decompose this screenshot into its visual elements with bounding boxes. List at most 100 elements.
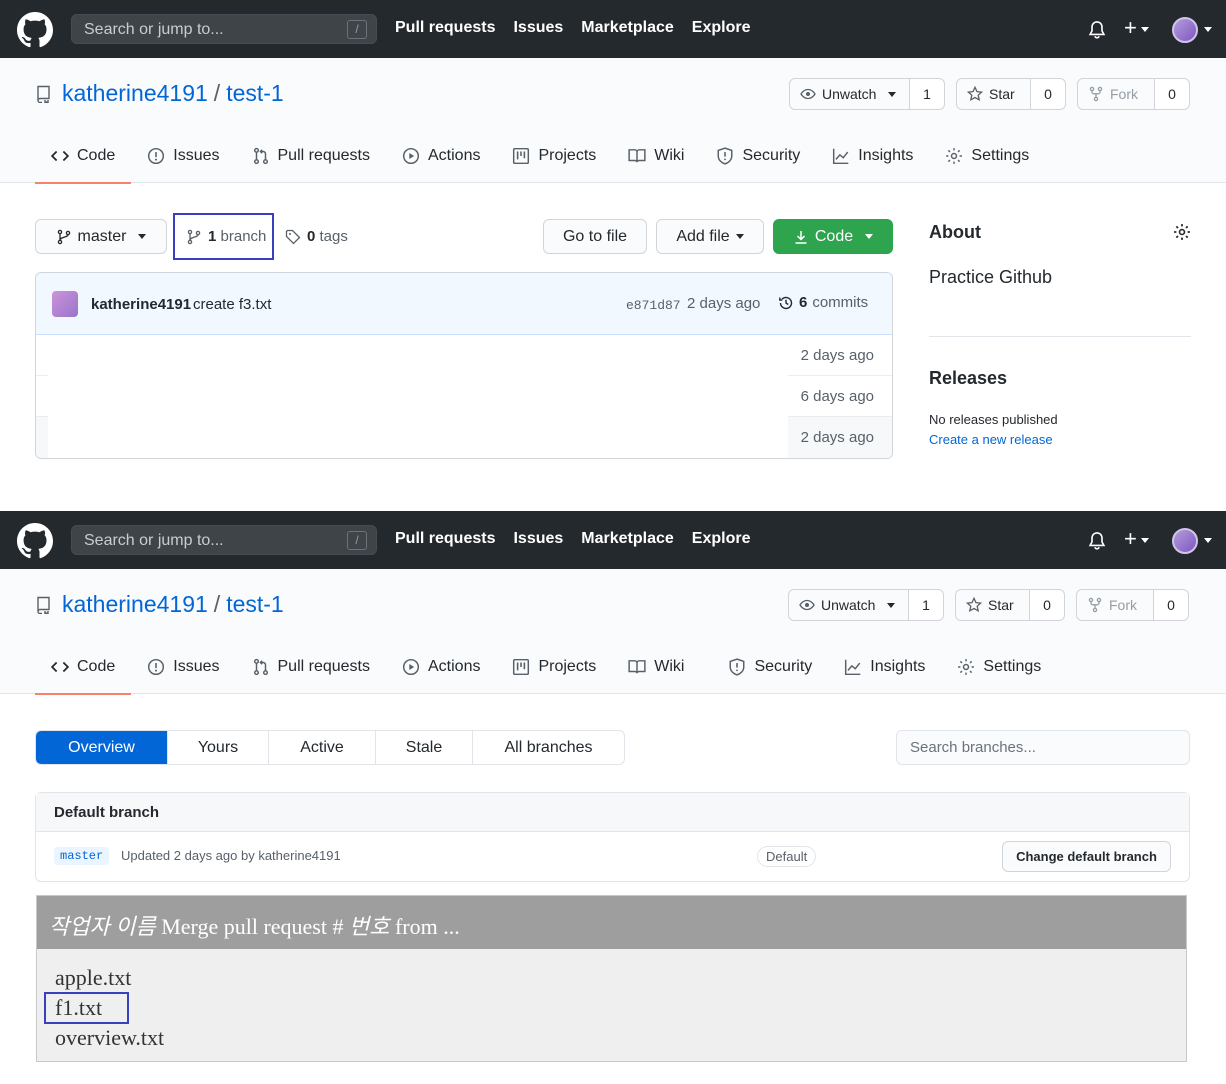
annotation-header: 작업자 이름 Merge pull request # 번호 from ... (37, 896, 1186, 949)
commit-sha[interactable]: e871d87 (626, 298, 681, 313)
tab-actions[interactable]: Actions (386, 136, 496, 183)
tab-pull-requests[interactable]: Pull requests (236, 136, 387, 183)
tab-insights[interactable]: Insights (816, 136, 929, 183)
global-search[interactable]: / (71, 525, 377, 555)
fork-button[interactable]: Fork (1077, 78, 1155, 110)
tab-code[interactable]: Code (35, 647, 132, 695)
bell-icon[interactable] (1087, 531, 1107, 551)
global-search[interactable]: / (71, 14, 377, 44)
tab-label: Pull requests (277, 658, 371, 675)
annotation-tail: from ... (389, 914, 460, 939)
releases-heading[interactable]: Releases (929, 368, 1007, 389)
annotation-merge-text: Merge pull request # (155, 914, 349, 939)
tab-pull-requests[interactable]: Pull requests (236, 647, 387, 694)
create-new-menu[interactable]: + (1124, 17, 1149, 39)
file-updated-time: 2 days ago (800, 429, 874, 446)
tab-insights[interactable]: Insights (828, 647, 941, 694)
star-button[interactable]: Star (956, 78, 1031, 110)
watch-button[interactable]: Unwatch (788, 589, 909, 621)
watch-control: Unwatch 1 (788, 589, 944, 621)
tab-projects[interactable]: Projects (496, 136, 612, 183)
repo-header: katherine4191/test-1 Unwatch 1 Star 0 Fo… (0, 58, 1226, 184)
commit-author[interactable]: katherine4191 (91, 296, 191, 313)
tab-label: Code (77, 147, 116, 164)
avatar[interactable] (1172, 528, 1198, 554)
tab-settings[interactable]: Settings (941, 647, 1057, 694)
nav-issues[interactable]: Issues (513, 530, 563, 548)
about-heading: About (929, 222, 981, 242)
bell-icon[interactable] (1087, 20, 1107, 40)
watch-button[interactable]: Unwatch (789, 78, 910, 110)
tab-settings[interactable]: Settings (929, 136, 1045, 183)
nav-pull-requests[interactable]: Pull requests (395, 19, 495, 37)
commits-link[interactable]: 6 commits (778, 294, 868, 311)
pull-request-icon (253, 658, 268, 676)
change-default-branch-button[interactable]: Change default branch (1002, 841, 1171, 872)
nav-explore[interactable]: Explore (692, 19, 751, 37)
fork-button[interactable]: Fork (1076, 589, 1154, 621)
code-icon (51, 150, 69, 162)
avatar[interactable] (52, 291, 78, 317)
branch-search-input[interactable] (910, 739, 1170, 756)
issue-icon (148, 147, 165, 165)
create-new-menu[interactable]: + (1124, 528, 1149, 550)
branch-search[interactable] (896, 730, 1190, 765)
fork-count[interactable]: 0 (1155, 78, 1190, 110)
subnav-overview[interactable]: Overview (36, 731, 168, 764)
go-to-file-button[interactable]: Go to file (543, 219, 647, 254)
tab-label: Security (754, 658, 813, 675)
tab-security[interactable]: Security (712, 647, 828, 694)
subnav-stale[interactable]: Stale (376, 731, 473, 764)
nav-explore[interactable]: Explore (692, 530, 751, 548)
github-logo-icon[interactable] (17, 523, 53, 559)
branch-select-button[interactable]: master (35, 219, 167, 254)
star-count[interactable]: 0 (1030, 589, 1065, 621)
subnav-yours[interactable]: Yours (168, 731, 269, 764)
github-logo-icon[interactable] (17, 12, 53, 48)
add-file-button[interactable]: Add file (656, 219, 764, 254)
star-count[interactable]: 0 (1031, 78, 1066, 110)
subnav-all-branches[interactable]: All branches (473, 731, 624, 764)
tab-code[interactable]: Code (35, 136, 132, 184)
top-nav-links: Pull requests Issues Marketplace Explore (395, 530, 750, 548)
tab-actions[interactable]: Actions (386, 647, 496, 694)
repo-owner-link[interactable]: katherine4191 (62, 80, 208, 106)
nav-marketplace[interactable]: Marketplace (581, 530, 674, 548)
releases-empty-text: No releases published (929, 412, 1058, 427)
global-search-input[interactable] (84, 531, 334, 551)
tab-wiki[interactable]: Wiki (612, 647, 712, 694)
tag-icon (285, 229, 301, 244)
repo-name-link[interactable]: test-1 (226, 80, 284, 106)
tab-wiki[interactable]: Wiki (612, 136, 700, 183)
create-release-link[interactable]: Create a new release (929, 432, 1053, 447)
global-search-input[interactable] (84, 20, 334, 40)
tab-issues[interactable]: Issues (131, 647, 235, 694)
plus-icon: + (1124, 526, 1137, 551)
tab-projects[interactable]: Projects (496, 647, 612, 694)
commit-message[interactable]: create f3.txt (193, 296, 271, 313)
watch-count[interactable]: 1 (909, 589, 944, 621)
tab-issues[interactable]: Issues (131, 136, 235, 183)
tab-security[interactable]: Security (700, 136, 816, 183)
star-button[interactable]: Star (955, 589, 1030, 621)
branch-name-link[interactable]: master (54, 847, 110, 865)
repo-name-link[interactable]: test-1 (226, 591, 284, 617)
nav-pull-requests[interactable]: Pull requests (395, 530, 495, 548)
fork-count[interactable]: 0 (1154, 589, 1189, 621)
code-download-button[interactable]: Code (773, 219, 893, 254)
branch-name: master (77, 227, 127, 245)
eye-icon (800, 88, 816, 100)
gear-icon (946, 148, 963, 164)
avatar[interactable] (1172, 17, 1198, 43)
subnav-active[interactable]: Active (269, 731, 376, 764)
gear-icon[interactable] (1173, 223, 1191, 241)
tags-link[interactable]: 0 tags (285, 228, 348, 245)
watch-count[interactable]: 1 (910, 78, 945, 110)
repo-separator: / (213, 591, 221, 617)
nav-marketplace[interactable]: Marketplace (581, 19, 674, 37)
top-nav: / Pull requests Issues Marketplace Explo… (0, 511, 1226, 569)
nav-issues[interactable]: Issues (513, 19, 563, 37)
tab-label: Settings (983, 658, 1042, 675)
star-label: Star (989, 86, 1015, 102)
repo-owner-link[interactable]: katherine4191 (62, 591, 208, 617)
